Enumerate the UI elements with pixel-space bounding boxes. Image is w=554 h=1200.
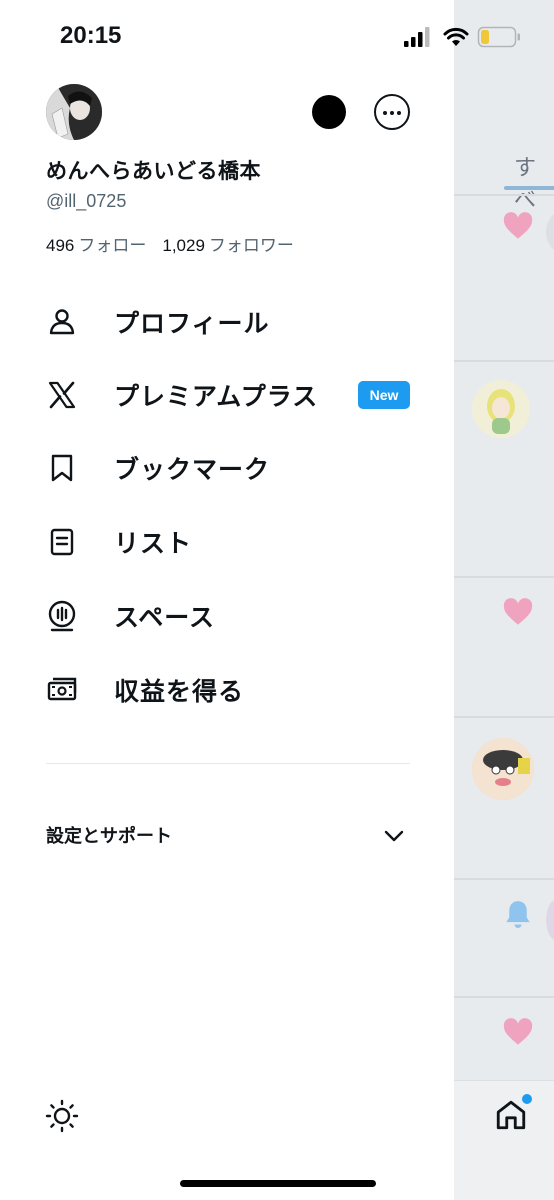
person-icon — [49, 309, 75, 335]
status-icons — [404, 26, 520, 48]
battery-icon — [477, 26, 520, 48]
display-name[interactable]: めんへらあいどる橋本 — [46, 155, 261, 185]
heart-icon — [503, 1018, 533, 1045]
tab-all-fragment: すべ — [514, 156, 537, 213]
home-indicator — [180, 1180, 376, 1187]
menu-item-profile[interactable]: プロフィール — [46, 296, 416, 348]
timeline-divider — [454, 716, 554, 718]
bell-icon — [506, 901, 530, 928]
list-icon — [50, 528, 74, 556]
menu-item-label: スペース — [114, 603, 216, 632]
chevron-down-icon[interactable] — [382, 824, 406, 848]
followers-count: 1,029 — [162, 236, 205, 255]
menu-item-label: リスト — [114, 529, 193, 558]
settings-and-support[interactable]: 設定とサポート — [46, 822, 172, 848]
menu-item-monetization[interactable]: 収益を得る — [46, 664, 416, 716]
avatar — [546, 212, 554, 252]
spaces-icon — [48, 600, 76, 632]
avatar[interactable] — [46, 84, 102, 140]
timeline-divider — [454, 576, 554, 578]
status-time: 20:15 — [60, 22, 122, 49]
new-badge: New — [358, 381, 410, 409]
following-count: 496 — [46, 236, 75, 255]
account-switch-avatar[interactable] — [312, 95, 346, 129]
notification-dot — [522, 1094, 532, 1104]
heart-icon — [503, 598, 533, 625]
menu-divider — [46, 763, 410, 764]
followers-label: フォロワー — [208, 236, 294, 256]
cellular-signal-icon — [404, 27, 430, 47]
timeline-divider — [454, 878, 554, 880]
timeline-divider — [454, 996, 554, 998]
timeline-divider — [454, 360, 554, 362]
following-label: フォロー — [78, 236, 147, 256]
avatar — [546, 900, 554, 940]
avatar — [472, 738, 534, 800]
follow-stats: 496 フォロー 1,029 フォロワー — [46, 231, 294, 256]
home-icon[interactable] — [494, 1098, 528, 1132]
x-logo-icon — [48, 381, 76, 409]
money-icon — [47, 677, 77, 701]
avatar — [472, 380, 530, 438]
handle: @ill_0725 — [46, 191, 127, 211]
menu-item-label: 収益を得る — [114, 677, 245, 706]
menu-item-label: プレミアムプラス — [114, 382, 319, 411]
bookmark-icon — [51, 454, 73, 482]
heart-icon — [503, 212, 533, 239]
background-timeline: すべ ​ — [454, 0, 554, 1200]
menu-item-label: プロフィール — [114, 309, 270, 338]
followers-link[interactable]: 1,029 フォロワー — [162, 236, 294, 256]
menu-item-spaces[interactable]: スペース — [46, 590, 416, 642]
menu-item-bookmarks[interactable]: ブックマーク — [46, 442, 416, 494]
menu-item-lists[interactable]: リスト — [46, 516, 416, 568]
timeline-divider — [454, 194, 554, 196]
more-accounts-button[interactable] — [374, 94, 410, 130]
display-mode-sun-icon[interactable] — [44, 1098, 80, 1134]
tab-underline — [504, 186, 554, 190]
menu-item-label: ブックマーク — [114, 455, 271, 484]
wifi-icon — [443, 27, 469, 46]
following-link[interactable]: 496 フォロー — [46, 236, 146, 256]
